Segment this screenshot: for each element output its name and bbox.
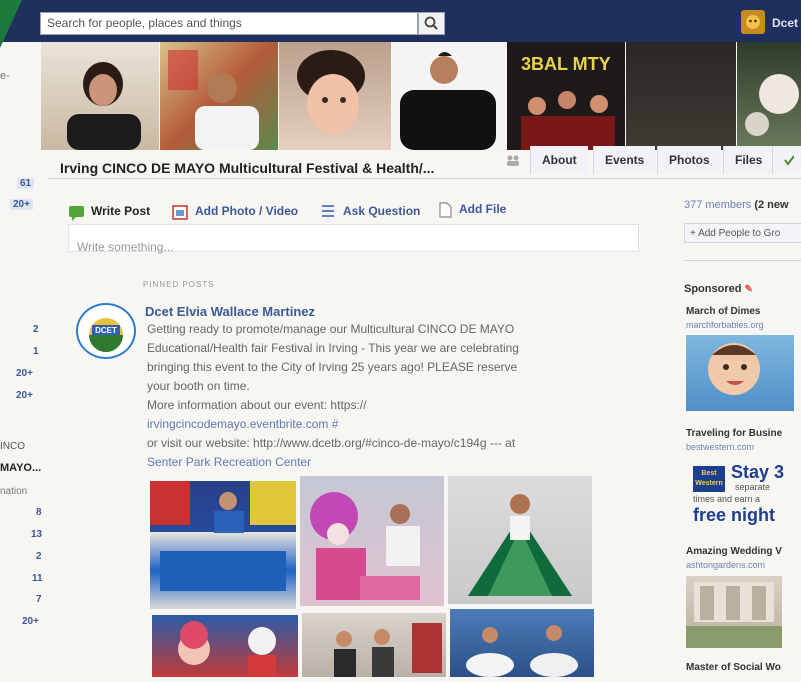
members-count-text: 377 members <box>684 199 752 211</box>
cover-photo[interactable] <box>626 42 736 150</box>
photo-icon <box>172 205 188 225</box>
ad-headline: free night <box>693 505 776 525</box>
location-link[interactable]: Senter Park Recreation Center <box>147 455 311 469</box>
sponsored-heading: Sponsored ✎ <box>684 283 753 295</box>
svg-text:3BAL MTY: 3BAL MTY <box>521 54 611 74</box>
post-text-line: More information about our event: https:… <box>147 398 367 412</box>
ad-url[interactable]: marchforbabies.org <box>686 320 764 330</box>
search-icon <box>424 16 438 30</box>
best-western-logo: Best Western <box>693 466 725 492</box>
add-photo-tab[interactable]: Add Photo / Video <box>195 204 298 218</box>
ad-image-baby[interactable] <box>686 335 794 411</box>
cover-photo[interactable]: 3BAL MTY <box>507 42 625 150</box>
tab-more[interactable] <box>772 146 801 174</box>
left-nav-label[interactable]: nation <box>0 486 27 497</box>
write-post-tab[interactable]: Write Post <box>91 204 150 218</box>
search-input[interactable]: Search for people, places and things <box>40 12 418 35</box>
logo-text: DCET <box>95 326 117 335</box>
cover-photo[interactable] <box>41 42 159 150</box>
desktop-corner <box>0 0 22 48</box>
left-nav-label[interactable]: MAYO... <box>0 462 41 474</box>
group-title[interactable]: Irving CINCO DE MAYO Multicultural Festi… <box>60 160 434 176</box>
post-photo[interactable] <box>302 613 446 677</box>
ad-title[interactable]: Master of Social Wo <box>686 662 781 673</box>
add-people-button[interactable]: + Add People to Gro <box>684 223 801 243</box>
new-members-count: (2 new <box>754 199 789 211</box>
file-icon <box>438 202 452 223</box>
left-count: 13 <box>31 529 43 540</box>
divider <box>48 178 801 179</box>
left-count: 8 <box>36 507 42 518</box>
left-count: 20+ <box>16 368 33 379</box>
post-text-line: bringing this event to the City of Irvin… <box>147 360 518 374</box>
divider <box>684 260 801 261</box>
ad-url[interactable]: ashtongardens.com <box>686 560 765 570</box>
write-post-icon <box>68 205 86 226</box>
cover-photo[interactable] <box>160 42 278 150</box>
cover-photo[interactable] <box>737 42 801 150</box>
ad-title[interactable]: Traveling for Busine <box>686 428 782 439</box>
composer-placeholder: Write something... <box>77 240 174 254</box>
left-count: 20+ <box>16 390 33 401</box>
cover-photo[interactable] <box>279 42 391 150</box>
ad-text: times and earn a <box>693 494 761 504</box>
left-count: 1 <box>33 346 39 357</box>
left-count: 20+ <box>22 616 39 627</box>
ad-url[interactable]: bestwestern.com <box>686 442 754 452</box>
add-file-tab[interactable]: Add File <box>459 202 506 216</box>
ad-title[interactable]: Amazing Wedding V <box>686 546 782 557</box>
left-count: 2 <box>33 324 39 335</box>
search-button[interactable] <box>418 12 445 35</box>
check-icon <box>784 155 795 166</box>
author-avatar[interactable]: DCET <box>76 303 136 359</box>
post-photo[interactable] <box>150 481 296 609</box>
left-count: 2 <box>36 551 42 562</box>
members-count[interactable]: 377 members (2 new <box>684 199 789 211</box>
left-nav-label[interactable]: INCO <box>0 441 25 452</box>
ad-text: separate <box>735 482 771 492</box>
tab-photos[interactable]: Photos <box>657 146 721 174</box>
post-photo[interactable] <box>450 609 594 677</box>
post-author-link[interactable]: Dcet Elvia Wallace Martinez <box>145 304 315 319</box>
cover-photo[interactable] <box>392 42 506 150</box>
post-text-line: Getting ready to promote/manage our Mult… <box>147 322 515 336</box>
user-avatar[interactable] <box>741 10 765 34</box>
pinned-posts-label: PINNED POSTS <box>143 280 215 289</box>
post-text-line: your booth on time. <box>147 379 250 393</box>
post-photo[interactable] <box>152 615 298 677</box>
tab-events[interactable]: Events <box>593 146 656 174</box>
ad-title[interactable]: March of Dimes <box>686 306 760 317</box>
left-count-badge: 61 <box>17 178 35 189</box>
website-link[interactable]: or visit our website: http://www.dcetb.o… <box>147 436 515 450</box>
sponsored-text: Sponsored <box>684 283 742 295</box>
ad-headline: Stay 3 <box>731 462 785 482</box>
group-privacy-icon <box>506 153 520 171</box>
question-icon <box>321 204 335 224</box>
left-count: 7 <box>36 594 42 605</box>
post-text-line: Educational/Health fair Festival in Irvi… <box>147 341 519 355</box>
post-photo[interactable] <box>448 476 592 604</box>
megaphone-icon: ✎ <box>744 284 753 295</box>
left-count: 11 <box>32 573 43 584</box>
tab-files[interactable]: Files <box>723 146 774 174</box>
post-photo[interactable] <box>300 476 444 606</box>
event-link[interactable]: irvingcincodemayo.eventbrite.com # <box>147 417 338 431</box>
tab-about[interactable]: About <box>530 146 588 174</box>
user-name-link[interactable]: Dcet <box>772 16 798 30</box>
left-count-badge: 20+ <box>10 199 33 210</box>
ask-question-tab[interactable]: Ask Question <box>343 204 420 218</box>
left-nav-label[interactable]: e- <box>0 70 10 82</box>
ad-image-wedding[interactable] <box>686 576 782 648</box>
